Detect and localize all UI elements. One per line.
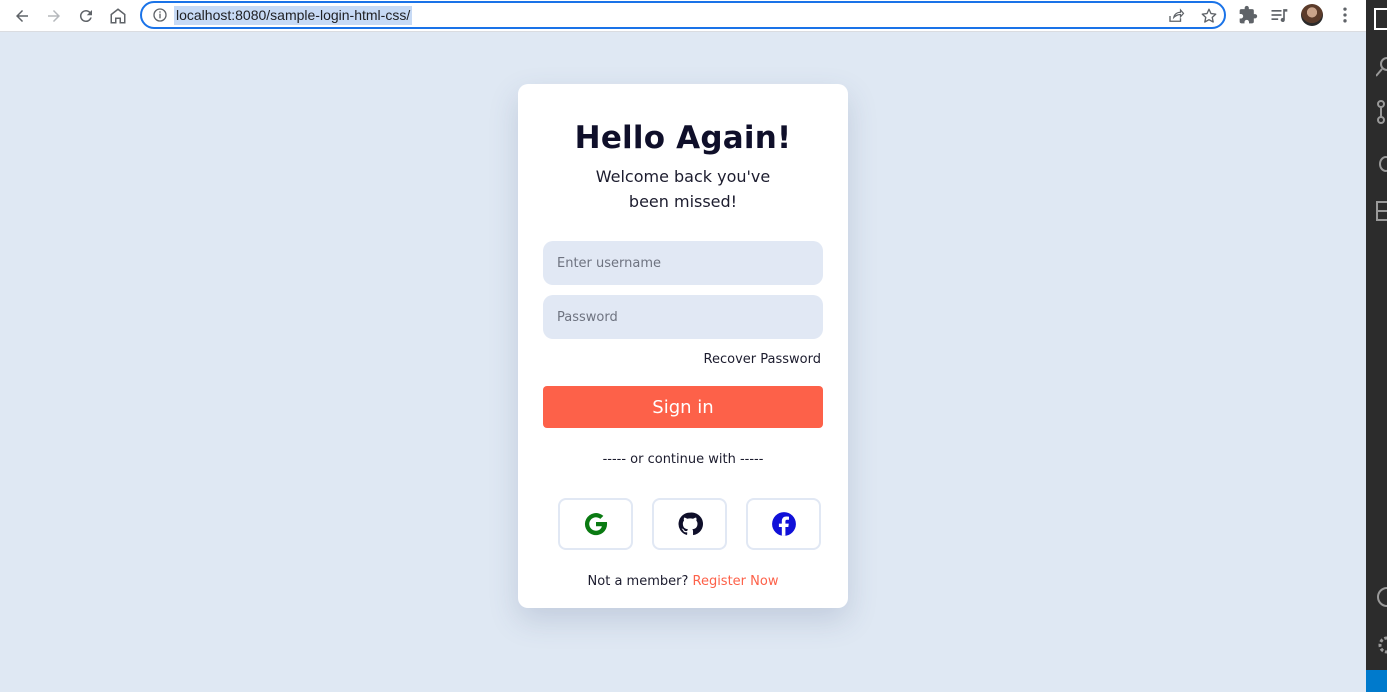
- reload-icon[interactable]: [74, 4, 98, 28]
- github-login-button[interactable]: [652, 498, 727, 550]
- continue-with-divider: ----- or continue with -----: [602, 452, 764, 467]
- home-icon[interactable]: [106, 4, 130, 28]
- info-icon[interactable]: [152, 7, 168, 23]
- menu-icon[interactable]: [1335, 5, 1355, 25]
- google-icon: [584, 513, 607, 536]
- google-login-button[interactable]: [558, 498, 633, 550]
- settings-gear-icon[interactable]: [1376, 634, 1387, 656]
- username-input[interactable]: [543, 241, 823, 285]
- account-icon[interactable]: [1376, 586, 1387, 608]
- facebook-icon: [771, 512, 796, 536]
- reading-list-icon[interactable]: [1269, 5, 1289, 25]
- star-icon[interactable]: [1200, 7, 1218, 25]
- back-icon[interactable]: [10, 4, 34, 28]
- login-card: Hello Again! Welcome back you've been mi…: [518, 84, 848, 608]
- profile-avatar[interactable]: [1301, 4, 1323, 26]
- browser-toolbar: localhost:8080/sample-login-html-css/: [0, 0, 1366, 32]
- register-now-link[interactable]: Register Now: [693, 574, 779, 589]
- debug-icon[interactable]: [1376, 152, 1387, 174]
- not-member-text: Not a member?: [587, 574, 689, 589]
- register-prompt: Not a member? Register Now: [518, 574, 848, 589]
- status-bar-segment: [1366, 670, 1387, 692]
- password-input[interactable]: [543, 295, 823, 339]
- explorer-icon[interactable]: [1374, 8, 1387, 30]
- url-text[interactable]: localhost:8080/sample-login-html-css/: [174, 6, 413, 25]
- facebook-login-button[interactable]: [746, 498, 821, 550]
- address-bar[interactable]: localhost:8080/sample-login-html-css/: [140, 1, 1226, 29]
- extensions-panel-icon[interactable]: [1376, 200, 1387, 222]
- extensions-icon[interactable]: [1238, 5, 1258, 25]
- share-icon[interactable]: [1167, 7, 1185, 25]
- source-control-icon[interactable]: [1376, 100, 1387, 124]
- page-subtitle: Welcome back you've been missed!: [595, 167, 771, 211]
- page-title: Hello Again!: [574, 120, 792, 156]
- forward-icon[interactable]: [42, 4, 66, 28]
- search-icon[interactable]: [1376, 56, 1387, 78]
- recover-password-link[interactable]: Recover Password: [703, 352, 821, 367]
- editor-activity-bar: [1366, 0, 1387, 692]
- sign-in-button[interactable]: Sign in: [543, 386, 823, 428]
- github-icon: [678, 512, 703, 536]
